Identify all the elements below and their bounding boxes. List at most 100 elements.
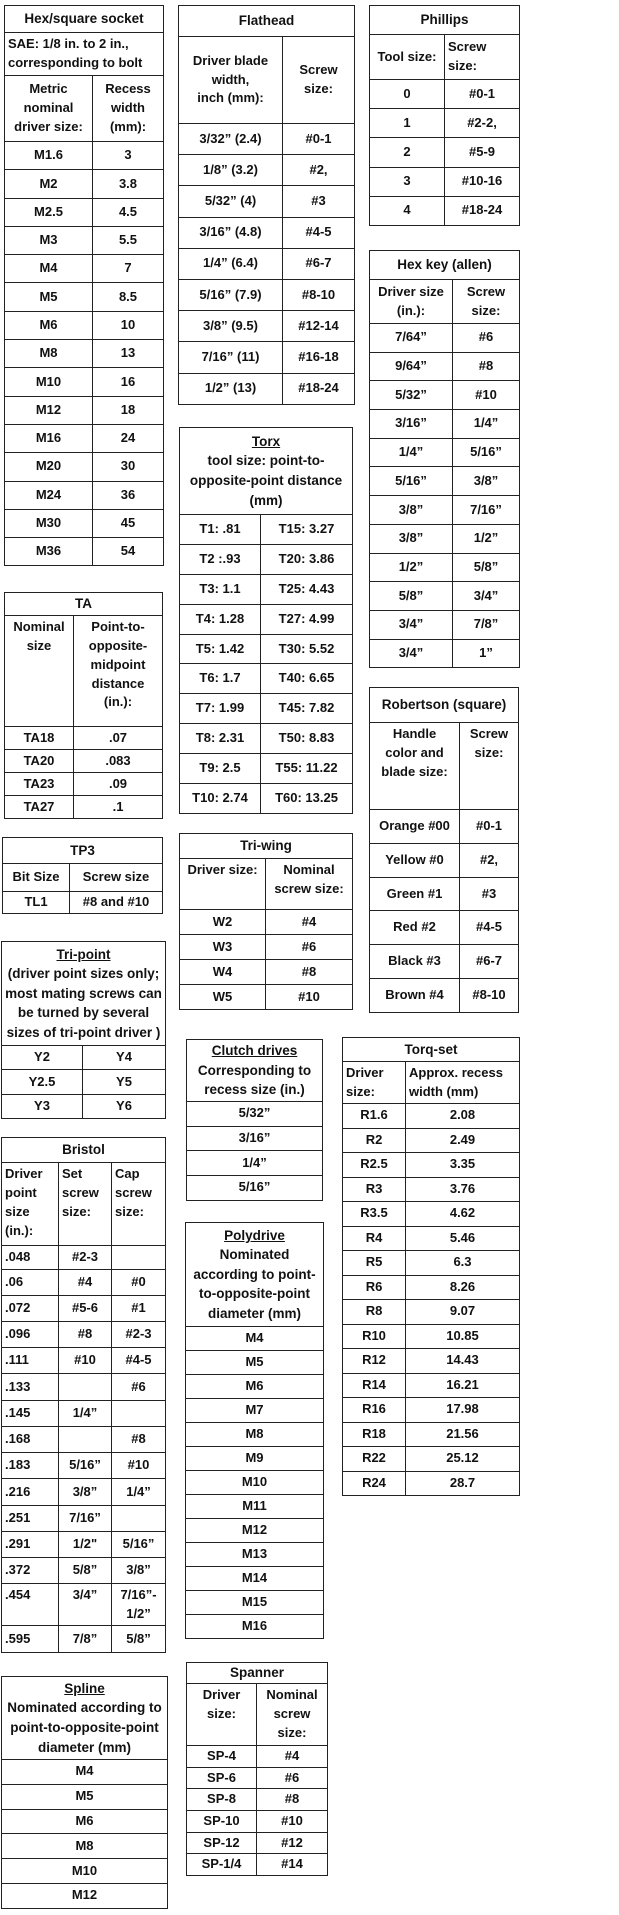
torq-set-table: Torq-set Driver size: Approx. recess width… [342, 1037, 520, 1496]
table-row: 3/4” 7/8” [369, 609, 521, 640]
table-cell: R6 [342, 1274, 406, 1300]
table-row: SP-6 #6 [186, 1766, 329, 1790]
table-row: M8 [185, 1422, 324, 1447]
table-cell: 3/16” (4.8) [178, 216, 283, 249]
table-title-text: Torq-set [404, 1041, 458, 1057]
table-cell: Black #3 [369, 944, 460, 979]
table-row: 2 #5-9 [369, 137, 521, 168]
column-header: Driver point size (in.): [1, 1162, 59, 1246]
table-title-text: Robertson (square) [381, 697, 507, 713]
table-row: 7/64” #6 [369, 323, 521, 353]
title-row: Torx tool size: point-to- opposite-point … [178, 427, 354, 515]
table-cell: T60: 13.25 [259, 783, 354, 814]
title-row: Robertson (square) [368, 687, 520, 723]
table-cell: 5/8” [58, 1557, 112, 1584]
table-cell: 3 [369, 166, 445, 197]
table-cell: 5/16” [58, 1452, 112, 1479]
ta-table: TA Nominal size Point-to- opposite- midpoi… [4, 592, 163, 819]
table-cell: Green #1 [369, 876, 460, 912]
table-cell: R14 [342, 1372, 406, 1398]
table-cell: #8 [265, 959, 353, 985]
title-row: TA [4, 592, 163, 616]
table-row: R12 14.43 [342, 1348, 520, 1374]
table-cell: 0 [369, 78, 445, 110]
table-row: M24 36 [4, 480, 164, 510]
table-cell: 17.98 [405, 1397, 520, 1423]
table-title: Torx tool size: point-to- opposite-point … [178, 427, 354, 515]
table-cell: R22 [342, 1446, 406, 1472]
table-cell: 1/2” [369, 552, 453, 583]
table-row: R24 28.7 [342, 1470, 520, 1496]
table-cell: 8.5 [92, 282, 164, 312]
table-cell: M16 [185, 1614, 324, 1639]
table-cell: #2, [281, 154, 356, 187]
table-cell: #18-24 [281, 372, 356, 405]
table-row: .183 5/16” #10 [1, 1452, 167, 1479]
table-row: T10: 2.74 T60: 13.25 [179, 783, 354, 814]
title-row: Bristol [0, 1137, 167, 1163]
column-header: Point-to- opposite- midpoint distance (i… [73, 615, 163, 727]
table-row: .216 3/8” 1/4” [1, 1478, 167, 1506]
table-cell: 10 [92, 310, 164, 341]
table-cell: 3 [92, 140, 164, 171]
table-cell: SP-4 [186, 1745, 257, 1768]
phillips-table: Phillips Tool size: Screw size: 0 #0-1 1 #2-2,… [368, 5, 521, 226]
table-row: SP-12 #12 [186, 1831, 329, 1855]
table-row: R3 3.76 [342, 1176, 520, 1202]
table-title: Phillips [368, 5, 521, 35]
table-cell: 3.35 [405, 1152, 520, 1178]
table-cell: #10-16 [443, 166, 521, 197]
table-row: M2.5 4.5 [4, 197, 164, 227]
spline-table: Spline Nominated according to point-to-op… [1, 1676, 168, 1909]
table-row: 5/32” [186, 1101, 323, 1127]
table-row: SP-10 #10 [186, 1810, 329, 1833]
table-cell: 5/16” (7.9) [178, 278, 283, 312]
title-row: Hex key (allen) [368, 250, 521, 280]
table-row: T2 :.93 T20: 3.86 [179, 543, 354, 575]
table-cell: 5.46 [405, 1225, 520, 1251]
header-row: Driver size: Nominal screw size: [186, 1683, 329, 1746]
table-cell: .372 [1, 1557, 59, 1584]
table-cell: Yellow #0 [369, 842, 460, 878]
table-row: M4 [1, 1759, 168, 1785]
table-cell: SP-10 [186, 1810, 257, 1833]
column-header: Screw size: [281, 36, 356, 124]
table-cell: SP-6 [186, 1766, 257, 1790]
table-cell: #2-3 [110, 1321, 167, 1348]
robertson-table: Robertson (square) Handle color and blade… [368, 687, 520, 1013]
table-row: T4: 1.28 T27: 4.99 [179, 603, 354, 635]
table-row: 1/4” [186, 1150, 323, 1177]
table-title: Polydrive Nominated according to point- t… [185, 1222, 324, 1327]
table-cell: #16-18 [281, 341, 356, 374]
table-row: SP-1/4 #14 [186, 1853, 329, 1877]
table-cell: T40: 6.65 [259, 663, 354, 695]
table-row: T3: 1.1 T25: 4.43 [179, 573, 354, 605]
table-cell: M14 [185, 1566, 324, 1591]
table-row: T9: 2.5 T55: 11.22 [179, 753, 354, 785]
table-cell: 7/16”- 1/2” [110, 1583, 167, 1626]
title-row: Clutch drives Corresponding to recess siz… [186, 1039, 323, 1102]
table-row: M13 [185, 1542, 324, 1567]
table-cell: 1/4” [451, 409, 521, 439]
table-row: Black #3 #6-7 [369, 944, 520, 979]
table-title-text: TA [75, 596, 92, 612]
torx-table: Torx tool size: point-to- opposite-point … [178, 427, 354, 814]
table-cell: M5 [4, 282, 93, 312]
table-row: R2 2.49 [342, 1127, 520, 1153]
table-cell: 5/8” [369, 581, 453, 611]
table-row: 3/4” 1” [369, 638, 521, 669]
table-row: M10 [1, 1858, 168, 1884]
table-row: Green #1 #3 [369, 876, 520, 912]
column-header: Metric nominal driver size: [4, 75, 93, 142]
header-row: Bit Size Screw size [2, 863, 164, 892]
table-cell: #4 [265, 909, 353, 935]
table-cell: .183 [1, 1452, 59, 1479]
table-cell: .454 [1, 1583, 59, 1626]
table-row: R14 16.21 [342, 1372, 520, 1398]
table-cell: T30: 5.52 [259, 633, 354, 665]
table-cell: T25: 4.43 [259, 573, 354, 605]
table-cell: #4-5 [110, 1347, 167, 1374]
column-header: Driver size (in.): [369, 279, 453, 324]
table-row: M2 3.8 [4, 169, 164, 199]
table-cell: M9 [185, 1446, 324, 1471]
